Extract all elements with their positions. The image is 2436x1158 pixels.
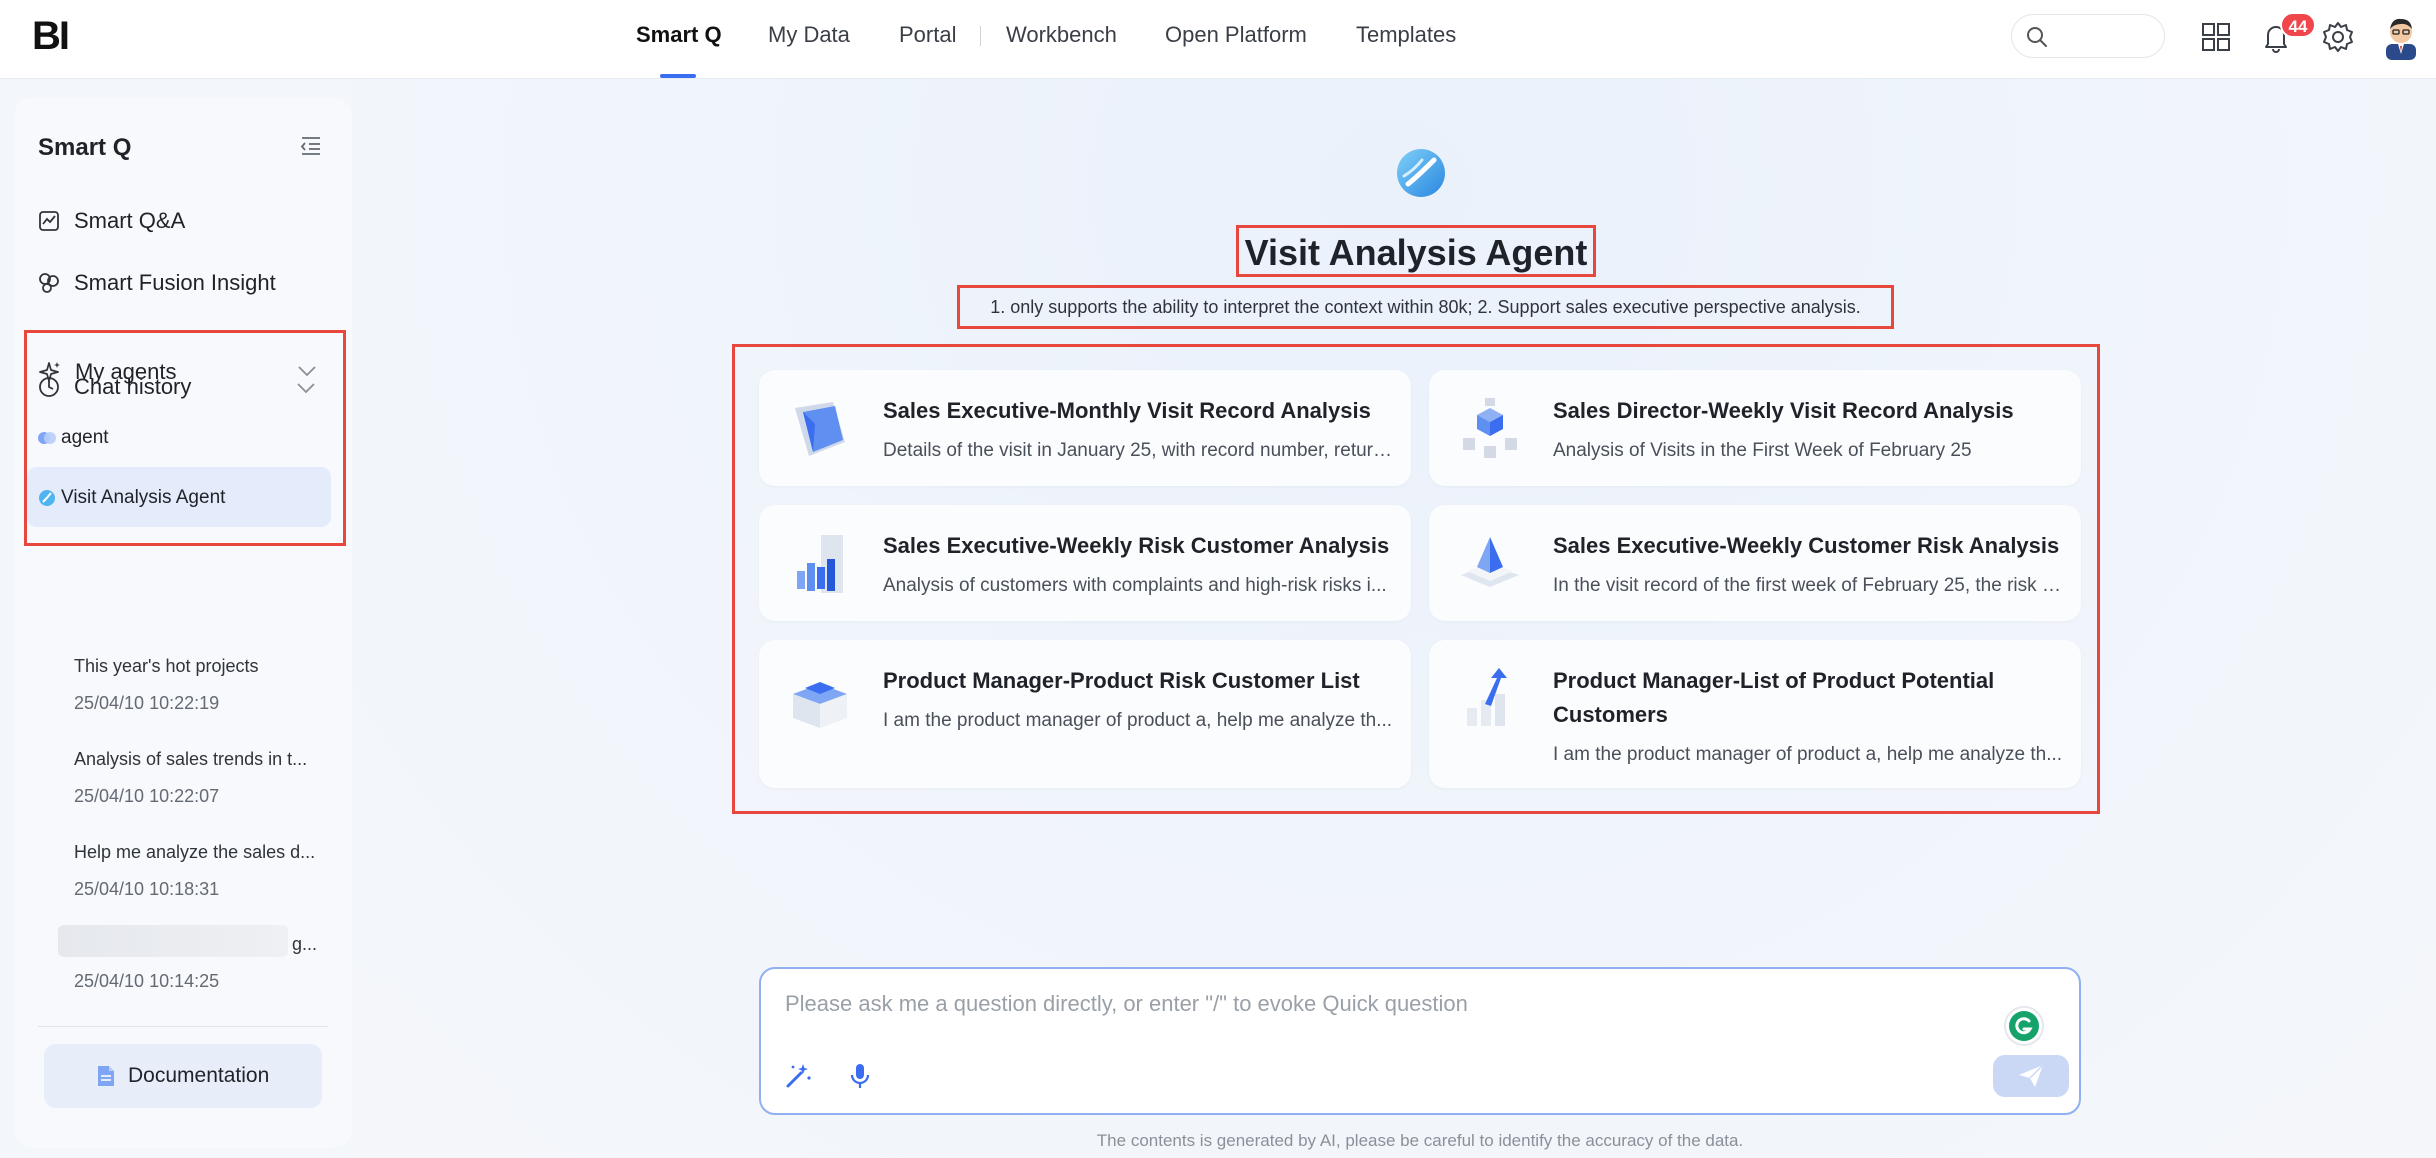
apps-grid-icon[interactable]	[2199, 20, 2233, 54]
top-navigation-bar: BI Smart Q My Data Portal Workbench Open…	[0, 0, 2436, 79]
agent-item-label: Visit Analysis Agent	[61, 487, 226, 508]
active-tab-indicator	[660, 74, 696, 78]
history-timestamp: 25/04/10 10:22:19	[74, 693, 220, 713]
suggestion-card[interactable]: Sales Executive-Weekly Risk Customer Ana…	[759, 505, 1411, 621]
nav-tab-smart-q[interactable]: Smart Q	[636, 22, 722, 48]
user-avatar[interactable]	[2380, 14, 2422, 60]
document-icon	[98, 1066, 114, 1086]
agent-item-label: agent	[61, 427, 109, 448]
gear-icon[interactable]	[2321, 20, 2355, 54]
nav-tab-templates[interactable]: Templates	[1356, 22, 1456, 48]
agent-logo-icon	[1397, 149, 1445, 197]
search-icon	[2027, 27, 2047, 47]
history-item[interactable]: Analysis of sales trends in t... 25/04/1…	[74, 749, 334, 807]
app-logo[interactable]: BI	[32, 14, 70, 59]
question-composer	[759, 967, 2081, 1115]
history-question: Analysis of sales trends in t...	[74, 749, 308, 769]
chat-history-label: Chat history	[74, 374, 192, 399]
agent-item-visit-analysis-agent[interactable]: Visit Analysis Agent	[27, 467, 331, 527]
nav-tab-my-data[interactable]: My Data	[768, 22, 850, 48]
history-question: g...	[292, 934, 318, 954]
suggestion-description: Analysis of Visits in the First Week of …	[1553, 440, 1972, 461]
history-timestamp: 25/04/10 10:22:07	[74, 786, 220, 806]
suggestion-description: I am the product manager of product a, h…	[883, 710, 1393, 731]
global-search[interactable]	[2011, 14, 2165, 58]
history-item[interactable]: This year's hot projects 25/04/10 10:22:…	[74, 656, 334, 714]
sidebar: Smart Q Smart Q&A Smart Fusion Insight M…	[14, 98, 352, 1148]
history-item[interactable]: Help me analyze the sales d... 25/04/10 …	[74, 842, 334, 900]
nav-divider	[980, 26, 981, 46]
redacted-history-question	[58, 925, 288, 957]
sidebar-divider	[38, 1026, 328, 1027]
suggestion-title: Sales Executive-Monthly Visit Record Ana…	[883, 398, 1371, 423]
suggestion-title: Product Manager-Product Risk Customer Li…	[883, 668, 1360, 693]
nav-tab-workbench[interactable]: Workbench	[1006, 22, 1117, 48]
ai-disclaimer: The contents is generated by AI, please …	[1096, 1131, 1744, 1150]
question-input[interactable]	[785, 991, 1985, 1027]
search-input[interactable]	[2056, 23, 2156, 49]
microphone-icon[interactable]	[845, 1061, 875, 1091]
folder-icon	[795, 402, 845, 456]
agent-title-highlight: Visit Analysis Agent	[1236, 225, 1596, 277]
notification-badge: 44	[2280, 12, 2316, 38]
suggestion-card[interactable]: Product Manager-List of Product Potentia…	[1429, 640, 2081, 788]
agent-item-agent[interactable]: agent	[27, 407, 331, 467]
agent-description-highlight: 1. only supports the ability to interpre…	[957, 285, 1894, 329]
suggestion-card[interactable]: Product Manager-Product Risk Customer Li…	[759, 640, 1411, 788]
agent-description: 1. only supports the ability to interpre…	[990, 297, 1861, 317]
suggestion-title: Sales Executive-Weekly Customer Risk Ana…	[1553, 533, 2060, 558]
growth-arrow-icon	[1467, 668, 1507, 726]
clock-icon	[39, 377, 59, 397]
history-item[interactable]: 25/04/10 10:14:25	[74, 971, 334, 992]
send-button[interactable]	[1993, 1055, 2069, 1097]
history-question: This year's hot projects	[74, 656, 259, 676]
cubes-icon	[1463, 398, 1517, 458]
sidebar-item-label: Smart Fusion Insight	[74, 270, 276, 295]
suggestion-description: Analysis of customers with complaints an…	[883, 575, 1387, 596]
bar-chart-icon	[797, 535, 843, 593]
nav-tab-portal[interactable]: Portal	[899, 22, 956, 48]
my-agents-section: My agents agent Visit Analysis Agent	[24, 330, 346, 546]
suggestion-description: Details of the visit in January 25, with…	[883, 440, 1393, 461]
sidebar-item-label: Smart Q&A	[74, 208, 186, 233]
grammarly-icon[interactable]	[2003, 1005, 2045, 1047]
fusion-icon	[39, 273, 59, 293]
suggestion-description: I am the product manager of product a, h…	[1553, 744, 2063, 765]
magic-wand-icon[interactable]	[783, 1061, 813, 1091]
suggestion-description: In the visit record of the first week of…	[1553, 575, 2063, 596]
history-question: Help me analyze the sales d...	[74, 842, 316, 862]
history-timestamp: 25/04/10 10:18:31	[74, 879, 220, 899]
agent-avatar-icon	[38, 432, 56, 444]
chevron-down-icon[interactable]	[297, 365, 317, 377]
box-icon	[793, 682, 847, 728]
collapse-sidebar-icon[interactable]	[300, 136, 322, 156]
history-timestamp: 25/04/10 10:14:25	[74, 971, 220, 991]
documentation-label: Documentation	[128, 1064, 270, 1087]
suggestion-title: Product Manager-List of Product Potentia…	[1553, 668, 1995, 727]
suggestion-title: Sales Executive-Weekly Risk Customer Ana…	[883, 533, 1390, 558]
agent-logo-icon	[39, 490, 55, 506]
suggestion-card[interactable]: Sales Executive-Monthly Visit Record Ana…	[759, 370, 1411, 486]
suggestion-card[interactable]: Sales Executive-Weekly Customer Risk Ana…	[1429, 505, 2081, 621]
suggestion-title: Sales Director-Weekly Visit Record Analy…	[1553, 398, 2014, 423]
suggestion-card[interactable]: Sales Director-Weekly Visit Record Analy…	[1429, 370, 2081, 486]
agent-title: Visit Analysis Agent	[1244, 232, 1588, 273]
chart-box-icon	[39, 211, 59, 231]
suggested-questions-highlight: Sales Executive-Monthly Visit Record Ana…	[732, 344, 2100, 814]
documentation-button[interactable]: Documentation	[44, 1044, 322, 1108]
sidebar-title: Smart Q	[38, 134, 132, 161]
chevron-down-icon[interactable]	[296, 382, 316, 394]
pyramid-icon	[1461, 537, 1519, 587]
nav-tab-open-platform[interactable]: Open Platform	[1165, 22, 1307, 48]
send-icon	[2019, 1064, 2044, 1087]
